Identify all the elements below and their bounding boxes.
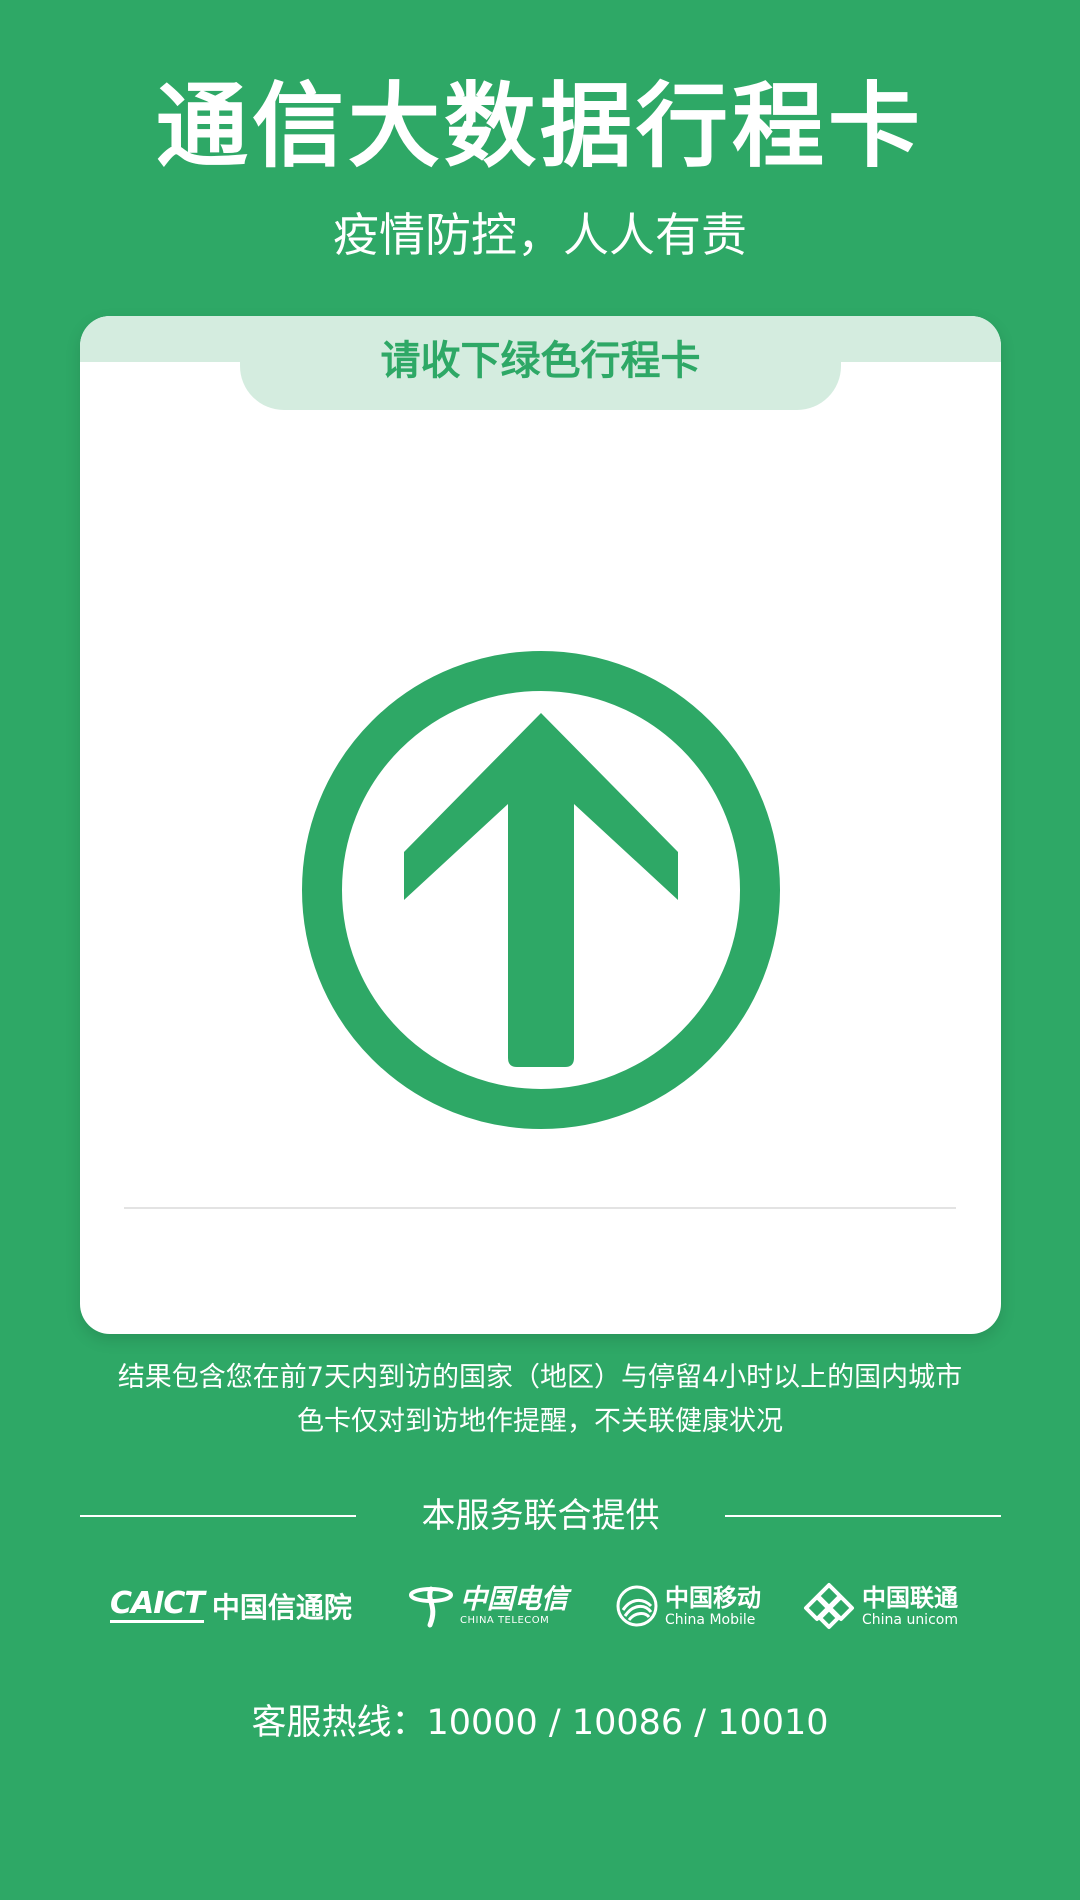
- result-note: 结果包含您在前7天内到访的国家（地区）与停留4小时以上的国内城市 色卡仅对到访地…: [0, 1356, 1080, 1444]
- card-divider: [124, 1207, 956, 1209]
- china-unicom-logo: 中国联通 China unicom: [802, 1578, 990, 1634]
- customer-hotline: 客服热线：10000 / 10086 / 10010: [251, 1703, 829, 1743]
- telecom-name-en: CHINA TELECOM: [460, 1615, 550, 1626]
- unicom-name-en: China unicom: [862, 1611, 958, 1628]
- itinerary-card: 请收下绿色行程卡: [80, 316, 1001, 1334]
- china-unicom-icon: [804, 1583, 854, 1629]
- provided-by-label: 本服务联合提供: [421, 1496, 660, 1536]
- page-subtitle: 疫情防控，人人有责: [333, 208, 747, 262]
- china-mobile-icon: [616, 1585, 658, 1627]
- up-arrow-circle-icon: [302, 651, 780, 1129]
- card-tab-label: 请收下绿色行程卡: [380, 338, 701, 384]
- china-telecom-icon: [409, 1586, 453, 1628]
- telecom-name-cn: 中国电信: [460, 1584, 568, 1615]
- note-line-2: 色卡仅对到访地作提醒，不关联健康状况: [297, 1406, 783, 1437]
- china-telecom-logo: 中国电信 CHINA TELECOM: [408, 1578, 568, 1634]
- note-line-1: 结果包含您在前7天内到访的国家（地区）与停留4小时以上的国内城市: [117, 1362, 963, 1393]
- caict-wordmark: CAICT: [110, 1586, 205, 1623]
- page-title: 通信大数据行程卡: [155, 73, 924, 180]
- unicom-name-cn: 中国联通: [862, 1583, 958, 1612]
- divider-right: [725, 1515, 1001, 1517]
- partner-logos: CAICT 中国信通院 中国电信 CHINA TELECOM 中国移动 Chin…: [110, 1578, 990, 1634]
- caict-logo: CAICT 中国信通院: [110, 1578, 360, 1634]
- caict-name: 中国信通院: [211, 1591, 352, 1624]
- provided-by-row: 本服务联合提供: [80, 1494, 1001, 1538]
- china-mobile-logo: 中国移动 China Mobile: [615, 1578, 765, 1634]
- mobile-name-en: China Mobile: [665, 1611, 756, 1628]
- mobile-name-cn: 中国移动: [665, 1583, 761, 1612]
- divider-left: [80, 1515, 356, 1517]
